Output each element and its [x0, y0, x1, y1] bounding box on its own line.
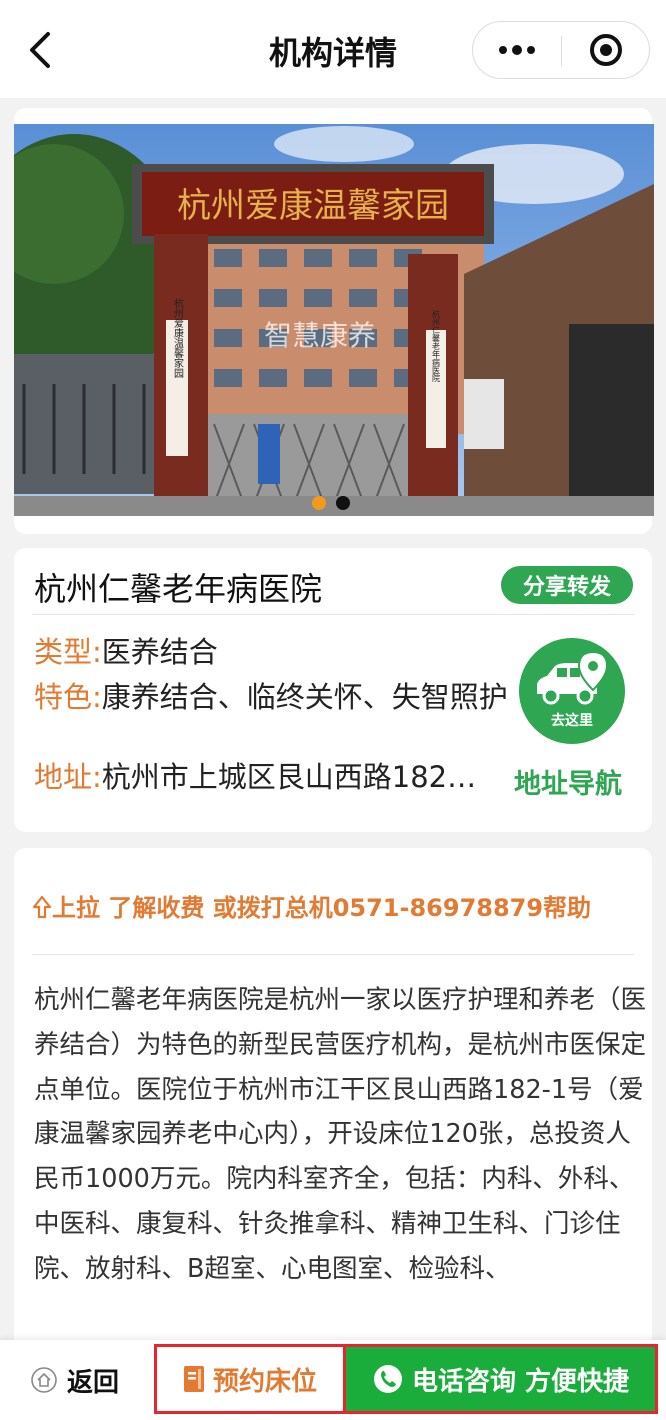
back-button[interactable]: 返回 — [0, 1340, 150, 1420]
car-location-icon — [537, 650, 609, 705]
institution-photo-carousel[interactable]: 杭州爱康温馨家园 杭州爱康温馨家园 杭州仁馨老年病医院 智慧康养 — [14, 124, 654, 516]
go-here-label: 去这里 — [551, 713, 593, 729]
left-plaque-text: 杭州爱康温馨家园 — [172, 297, 184, 379]
mini-program-capsule — [472, 21, 650, 79]
document-icon — [183, 1366, 204, 1392]
phone-consult-label: 电话咨询 方便快捷 — [411, 1366, 630, 1397]
go-here-button[interactable]: 去这里 — [519, 638, 625, 744]
more-icon[interactable] — [473, 22, 561, 78]
reserve-bed-label: 预约床位 — [212, 1366, 317, 1397]
feature-value: 康养结合、临终关怀、失智照护 — [101, 680, 508, 714]
fee-hint[interactable]: 上拉 了解收费 或拨打总机0571-86978879帮助 — [32, 888, 591, 923]
bottom-action-bar: 返回 预约床位 电话咨询 方便快捷 — [0, 1340, 666, 1420]
carousel-dot-active[interactable] — [312, 496, 326, 510]
fee-hint-text: 上拉 了解收费 或拨打总机0571-86978879帮助 — [52, 894, 592, 922]
phone-consult-button[interactable]: 电话咨询 方便快捷 — [346, 1344, 658, 1414]
institution-info-card: 杭州仁馨老年病医院 分享转发 类型:医养结合 特色:康养结合、临终关怀、失智照护… — [14, 548, 652, 832]
institution-name: 杭州仁馨老年病医院 — [34, 570, 323, 608]
photo-card: 杭州爱康温馨家园 杭州爱康温馨家园 杭州仁馨老年病医院 智慧康养 — [14, 108, 654, 534]
home-icon — [31, 1367, 57, 1393]
address-value: 杭州市上城区艮山西路182… — [101, 760, 477, 794]
address-row: 地址:杭州市上城区艮山西路182… — [34, 759, 504, 795]
back-button-label: 返回 — [66, 1367, 119, 1398]
photo-watermark: 智慧康养 — [264, 319, 377, 352]
type-label: 类型: — [34, 635, 102, 669]
address-label: 地址: — [34, 760, 102, 794]
carousel-dot[interactable] — [336, 496, 350, 510]
type-value: 医养结合 — [101, 635, 218, 669]
feature-label: 特色: — [34, 680, 102, 714]
carousel-indicator — [312, 496, 350, 510]
reserve-bed-button[interactable]: 预约床位 — [154, 1344, 346, 1414]
phone-icon — [373, 1365, 402, 1393]
top-nav-bar: 机构详情 — [0, 0, 666, 98]
divider — [32, 954, 634, 955]
description-card: 上拉 了解收费 或拨打总机0571-86978879帮助 杭州仁馨老年病医院是杭… — [14, 848, 652, 1348]
close-target-icon[interactable] — [562, 22, 650, 78]
gate-sign-text: 杭州爱康温馨家园 — [177, 186, 449, 226]
up-arrow-icon — [32, 894, 52, 922]
type-row: 类型:医养结合 — [34, 634, 218, 670]
feature-row: 特色:康养结合、临终关怀、失智照护 — [34, 679, 514, 715]
right-plaque-text: 杭州仁馨老年病医院 — [432, 309, 441, 383]
institution-description: 杭州仁馨老年病医院是杭州一家以医疗护理和养老（医养结合）为特色的新型民营医疗机构… — [34, 985, 647, 1284]
divider — [32, 614, 634, 615]
address-navigation-link[interactable]: 地址导航 — [514, 762, 622, 801]
share-button[interactable]: 分享转发 — [501, 566, 633, 604]
